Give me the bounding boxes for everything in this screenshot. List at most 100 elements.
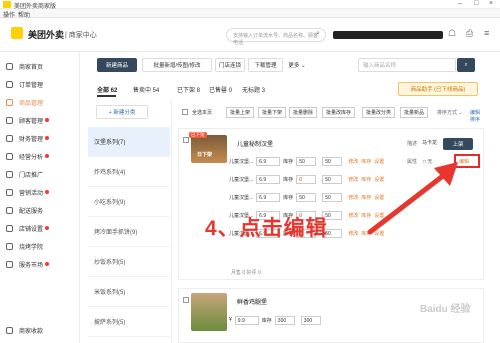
price-field[interactable]: 6.9: [256, 156, 281, 166]
app-icon: [3, 1, 11, 8]
batch-on-button[interactable]: 批量上架: [226, 107, 255, 118]
sidebar-item-market[interactable]: 服务市场: [6, 256, 78, 272]
delivery-icon: [6, 206, 13, 214]
academy-icon: [6, 242, 13, 250]
tab-sold-out[interactable]: 已售罄 0: [209, 85, 232, 94]
wallet-icon: [6, 326, 13, 334]
settings-icon: [6, 224, 13, 232]
sku-edit-link[interactable]: 修改: [348, 176, 358, 183]
active-tab-underline: [97, 95, 116, 97]
annotation-arrow: [367, 162, 458, 235]
product-image: 日下架: [191, 135, 227, 163]
batch-new-button[interactable]: 批量新品: [400, 107, 429, 118]
category-item[interactable]: 小吃系列(9): [88, 187, 170, 217]
products-icon: [6, 98, 13, 106]
minimize-icon[interactable]: –: [458, 0, 462, 7]
add-category-button[interactable]: + 新建分类: [96, 105, 148, 119]
stock-cap-field[interactable]: 50: [322, 192, 343, 202]
batch-edit-button[interactable]: 批量新增/传图/修改: [142, 58, 212, 72]
finance-icon: [6, 134, 13, 142]
select-all-checkbox[interactable]: [182, 109, 188, 115]
product-name: 儿童秘制汉堡: [237, 142, 274, 148]
sidebar-item-customers[interactable]: 顾客管理: [6, 112, 78, 128]
sidebar-item-store-settings[interactable]: 店铺设置: [6, 220, 78, 236]
download-manage-button[interactable]: 下载管理: [248, 58, 283, 72]
marketing-icon: [6, 188, 13, 196]
alert-dot: [45, 136, 50, 140]
category-item[interactable]: 炸鸡系列(4): [88, 157, 170, 187]
sidebar-item-delivery[interactable]: 配送服务: [6, 202, 78, 218]
tab-no-title[interactable]: 无标题 3: [242, 85, 265, 94]
window-title-bar: 美团外卖商家版 – □ ×: [0, 0, 500, 10]
category-item[interactable]: 炒饭系列(5): [88, 247, 170, 277]
sku-edit-link[interactable]: 修改: [348, 230, 358, 237]
sku-edit-link[interactable]: 修改: [348, 158, 358, 165]
alert-dot: [45, 226, 50, 230]
promotion-icon: [6, 170, 13, 178]
batch-stock-button[interactable]: 批量改库存: [322, 107, 356, 118]
store-select[interactable]: 马卡龙: [422, 139, 437, 146]
batch-off-button[interactable]: 批量下架: [258, 107, 287, 118]
category-item[interactable]: 披萨系列(5): [88, 307, 170, 337]
tab-off-shelf[interactable]: 已下架 8: [177, 85, 200, 94]
category-item[interactable]: 汉堡系列(7): [88, 127, 170, 157]
menu-icon[interactable]: ≡: [484, 28, 489, 38]
sidebar-item-products[interactable]: 商品管理: [6, 94, 78, 110]
edit-sort-link[interactable]: 编辑排序: [470, 109, 484, 123]
stock-field[interactable]: 50: [296, 192, 317, 202]
sidebar-item-finance[interactable]: 财务管理: [6, 130, 78, 146]
category-item[interactable]: 米饭系列(5): [88, 277, 170, 307]
batch-action-bar: 全选本页 批量上架 批量下架 批量删除 批量改库存 批量改分类 批量新品 排序方…: [174, 106, 484, 123]
price-field[interactable]: 6.9: [256, 192, 281, 202]
stock-cap-field[interactable]: 50: [322, 156, 343, 166]
sidebar-item-promotion[interactable]: 门店推广: [6, 166, 78, 182]
sidebar-item-academy[interactable]: 烧烤学院: [6, 238, 78, 254]
new-product-button[interactable]: 新建商品: [97, 58, 137, 72]
sidebar-item-orders[interactable]: 订单管理: [6, 76, 78, 92]
sidebar-item-collection[interactable]: 商家收款: [6, 322, 78, 338]
category-list: + 新建分类 汉堡系列(7) 炸鸡系列(4) 小吃系列(9) 烤冷面手抓饼(9)…: [88, 100, 172, 343]
stock-field[interactable]: 300: [274, 315, 295, 325]
product-search-button[interactable]: ⌕: [457, 58, 475, 72]
status-tabs: 全部 62 售卖中 54 已下架 8 已售罄 0 无标题 3: [97, 85, 357, 95]
product-search-input[interactable]: 输入商品名称: [358, 58, 456, 72]
sidebar-item-marketing[interactable]: 营销活动: [6, 184, 78, 200]
maximize-icon[interactable]: □: [474, 0, 478, 7]
stock-field[interactable]: 0: [296, 174, 317, 184]
stock-cap-field[interactable]: 50: [322, 174, 343, 184]
sku-edit-link[interactable]: 修改: [348, 194, 358, 201]
description-label: 描述: [407, 141, 418, 147]
product-checkbox[interactable]: [183, 297, 189, 303]
batch-category-button[interactable]: 批量改分类: [362, 107, 396, 118]
sidebar-item-home[interactable]: 商家首页: [6, 58, 78, 74]
store-chain-button[interactable]: 门店连锁: [215, 58, 245, 72]
market-icon: [6, 260, 13, 268]
sku-row: ¥ 9.9 库存 300 300: [229, 315, 324, 325]
global-search-input[interactable]: 支持输入订单流水号、商品名称、顾客电话: [226, 28, 326, 46]
tab-all[interactable]: 全部 62: [97, 85, 117, 94]
close-icon[interactable]: ×: [489, 0, 493, 7]
product-checkbox[interactable]: [183, 137, 189, 143]
product-assistant-banner[interactable]: 商品助手 (已下线商品): [398, 82, 478, 96]
stock-cap-field[interactable]: 300: [300, 315, 321, 325]
annotation-text: 4、点击编辑: [205, 217, 328, 240]
search-icon[interactable]: ⌕: [316, 30, 320, 38]
status-badge: 已下架: [189, 132, 207, 138]
sort-dropdown[interactable]: 排序方式 ⌄: [437, 109, 463, 116]
category-item[interactable]: 烤冷面手抓饼(9): [88, 217, 170, 247]
print-icon[interactable]: ⎙: [466, 28, 473, 39]
sidebar-item-analytics[interactable]: 经营分析: [6, 148, 78, 164]
on-shelf-button[interactable]: 上架: [443, 138, 473, 150]
redacted-store-info: [333, 31, 443, 39]
alert-dot: [45, 118, 50, 122]
notification-icon[interactable]: ☖: [448, 28, 456, 39]
price-field[interactable]: 9.9: [234, 315, 259, 325]
more-dropdown[interactable]: 更多 ⌄: [286, 58, 308, 72]
stock-field[interactable]: 50: [296, 156, 317, 166]
analytics-icon: [6, 152, 13, 160]
tab-selling[interactable]: 售卖中 54: [133, 85, 159, 94]
price-field[interactable]: 6.9: [256, 174, 281, 184]
batch-delete-button[interactable]: 批量删除: [289, 107, 318, 118]
sku-edit-link[interactable]: 修改: [348, 212, 358, 219]
product-name: 鲜香鸡腿堡: [237, 300, 268, 306]
